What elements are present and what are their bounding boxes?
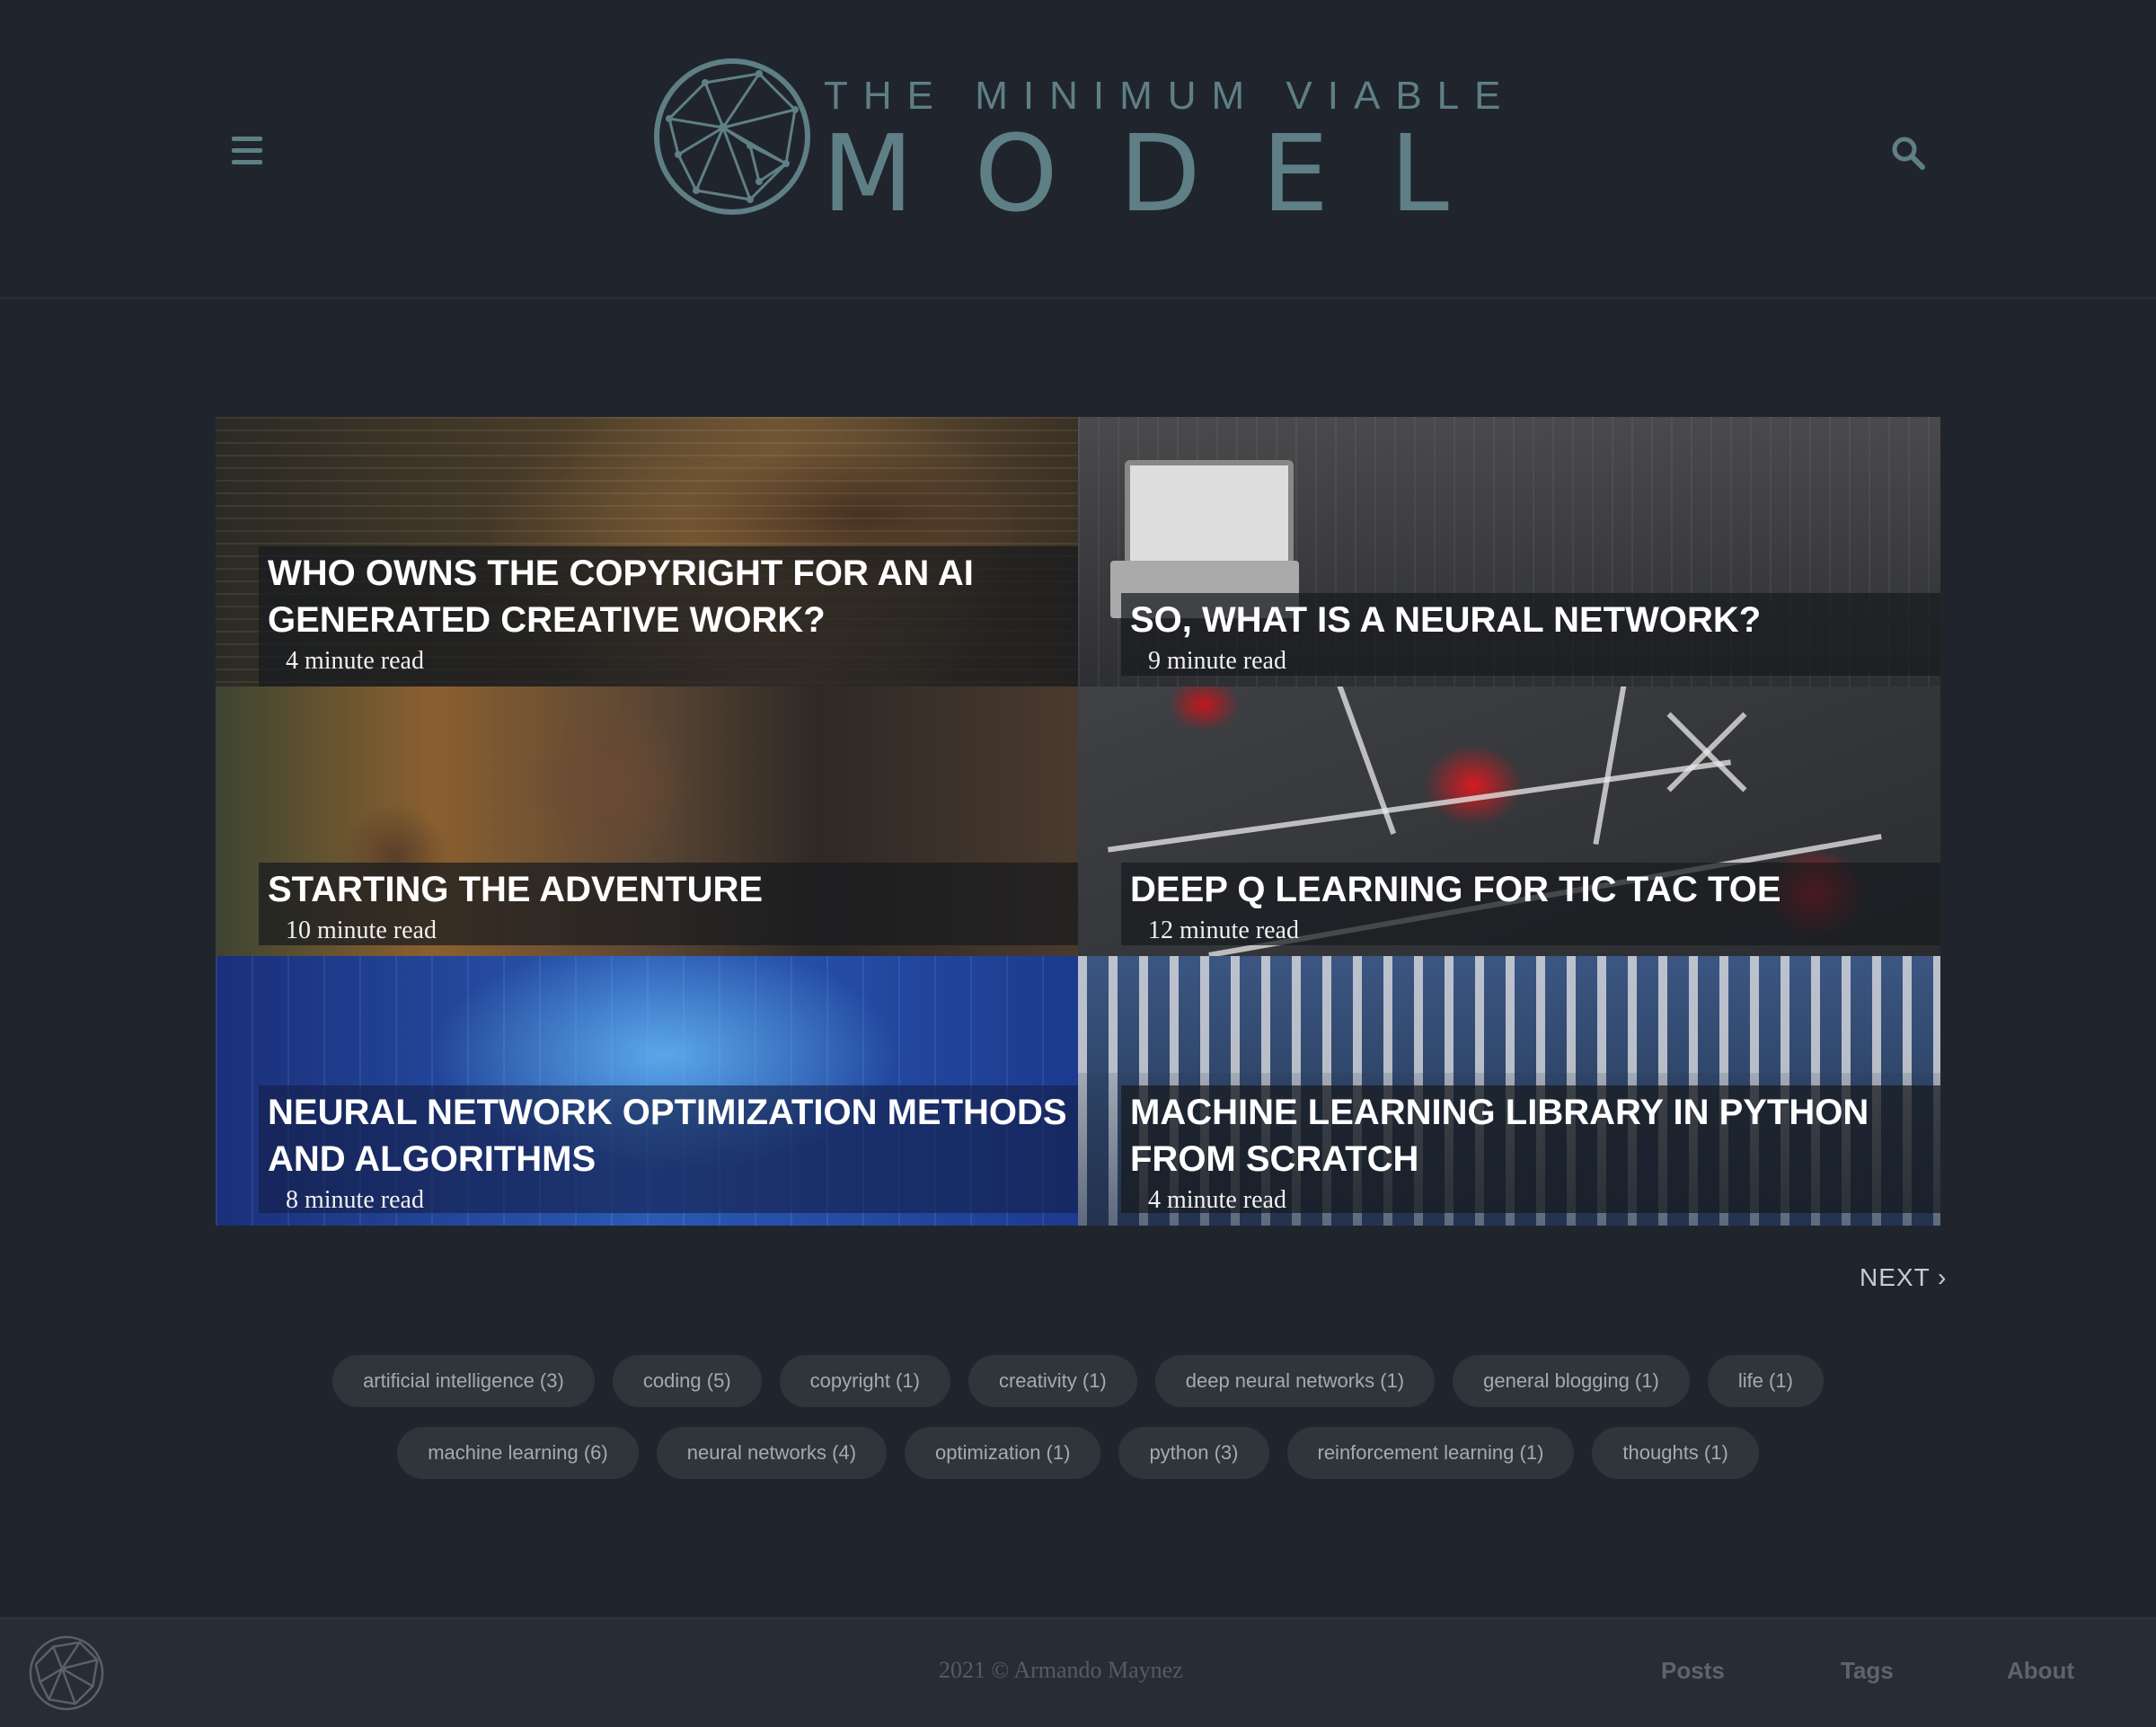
post-overlay: MACHINE LEARNING LIBRARY IN PYTHON FROM …	[1121, 1085, 1940, 1214]
post-overlay: NEURAL NETWORK OPTIMIZATION METHODS AND …	[259, 1085, 1078, 1214]
hamburger-menu-icon[interactable]	[232, 137, 262, 165]
post-title[interactable]: MACHINE LEARNING LIBRARY IN PYTHON FROM …	[1130, 1089, 1940, 1182]
post-overlay: DEEP Q LEARNING FOR TIC TAC TOE 12 minut…	[1121, 863, 1940, 945]
read-time: 10 minute read	[286, 917, 437, 944]
laptop-illustration	[1125, 460, 1294, 570]
next-label: NEXT	[1860, 1263, 1931, 1291]
chevron-right-icon: ›	[1937, 1263, 1948, 1291]
post-card-tic-tac-toe[interactable]: DEEP Q LEARNING FOR TIC TAC TOE 12 minut…	[1078, 686, 1940, 956]
post-title[interactable]: WHO OWNS THE COPYRIGHT FOR AN AI GENERAT…	[268, 550, 1078, 643]
footer-nav-about[interactable]: About	[2007, 1657, 2074, 1685]
post-overlay: SO, WHAT IS A NEURAL NETWORK? 9 minute r…	[1121, 593, 1940, 676]
tag-machine-learning[interactable]: machine learning (6)	[397, 1427, 639, 1479]
footer-nav-posts[interactable]: Posts	[1661, 1657, 1725, 1685]
site-header: THE MINIMUM VIABLE MODEL	[0, 0, 2156, 299]
post-card-ml-library[interactable]: MACHINE LEARNING LIBRARY IN PYTHON FROM …	[1078, 956, 1940, 1226]
post-card-optimization[interactable]: NEURAL NETWORK OPTIMIZATION METHODS AND …	[216, 956, 1078, 1226]
post-title[interactable]: NEURAL NETWORK OPTIMIZATION METHODS AND …	[268, 1089, 1078, 1182]
tag-python[interactable]: python (3)	[1118, 1427, 1269, 1479]
post-overlay: WHO OWNS THE COPYRIGHT FOR AN AI GENERAT…	[259, 546, 1078, 686]
network-globe-icon	[654, 58, 810, 215]
tag-thoughts[interactable]: thoughts (1)	[1592, 1427, 1759, 1479]
post-card-copyright[interactable]: WHO OWNS THE COPYRIGHT FOR AN AI GENERAT…	[216, 417, 1078, 686]
footer-nav-tags[interactable]: Tags	[1841, 1657, 1894, 1685]
tag-copyright[interactable]: copyright (1)	[779, 1355, 950, 1407]
next-page-link[interactable]: NEXT ›	[1860, 1263, 1947, 1292]
read-time: 4 minute read	[1148, 1186, 1286, 1214]
post-grid: WHO OWNS THE COPYRIGHT FOR AN AI GENERAT…	[216, 417, 1940, 1226]
site-logo[interactable]: THE MINIMUM VIABLE MODEL	[651, 56, 1501, 235]
tag-optimization[interactable]: optimization (1)	[905, 1427, 1101, 1479]
tag-artificial-intelligence[interactable]: artificial intelligence (3)	[332, 1355, 595, 1407]
tag-neural-networks[interactable]: neural networks (4)	[656, 1427, 888, 1479]
post-card-adventure[interactable]: STARTING THE ADVENTURE 10 minute read	[216, 686, 1078, 956]
tag-cloud: artificial intelligence (3) coding (5) c…	[216, 1355, 1940, 1499]
network-globe-icon[interactable]	[27, 1634, 106, 1713]
tag-creativity[interactable]: creativity (1)	[968, 1355, 1137, 1407]
tag-deep-neural-networks[interactable]: deep neural networks (1)	[1154, 1355, 1436, 1407]
tag-general-blogging[interactable]: general blogging (1)	[1453, 1355, 1690, 1407]
tag-row: machine learning (6) neural networks (4)…	[216, 1427, 1940, 1479]
tag-reinforcement-learning[interactable]: reinforcement learning (1)	[1286, 1427, 1575, 1479]
search-icon[interactable]	[1890, 135, 1926, 171]
read-time: 8 minute read	[286, 1186, 424, 1214]
tag-coding[interactable]: coding (5)	[612, 1355, 762, 1407]
read-time: 9 minute read	[1148, 647, 1286, 675]
tag-life[interactable]: life (1)	[1707, 1355, 1824, 1407]
copyright-text: 2021 © Armando Maynez	[939, 1657, 1183, 1683]
post-title[interactable]: DEEP Q LEARNING FOR TIC TAC TOE	[1130, 866, 1940, 913]
tag-row: artificial intelligence (3) coding (5) c…	[216, 1355, 1940, 1407]
read-time: 12 minute read	[1148, 917, 1299, 944]
post-overlay: STARTING THE ADVENTURE 10 minute read	[259, 863, 1078, 945]
logo-title: MODEL	[822, 111, 1510, 235]
post-title[interactable]: SO, WHAT IS A NEURAL NETWORK?	[1130, 597, 1940, 643]
post-card-neural-network[interactable]: SO, WHAT IS A NEURAL NETWORK? 9 minute r…	[1078, 417, 1940, 686]
read-time: 4 minute read	[286, 647, 424, 675]
post-title[interactable]: STARTING THE ADVENTURE	[268, 866, 1078, 913]
site-footer: 2021 © Armando Maynez Posts Tags About	[0, 1617, 2156, 1727]
